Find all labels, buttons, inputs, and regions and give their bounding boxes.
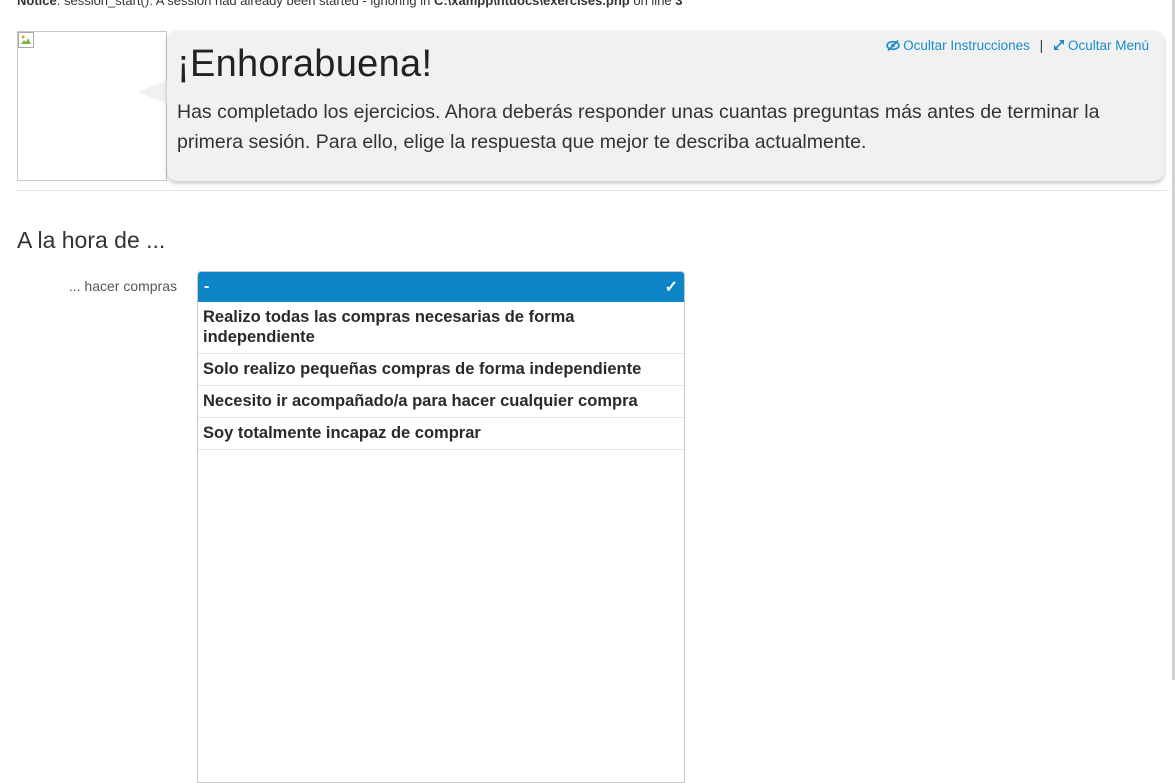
answer-select[interactable]: - ✓ Realizo todas las compras necesarias… xyxy=(197,271,685,783)
expand-icon xyxy=(1053,39,1065,51)
option-item[interactable]: Realizo todas las compras necesarias de … xyxy=(198,302,684,354)
instructions-text: Has completado los ejercicios. Ahora deb… xyxy=(177,101,1100,153)
notice-path: C:\xampp\htdocs\exercises.php xyxy=(433,0,630,8)
divider xyxy=(17,190,1169,191)
notice-suffix: on line xyxy=(629,0,676,8)
speech-bubble-tail xyxy=(138,80,168,104)
hide-instructions-link[interactable]: Ocultar Instrucciones xyxy=(886,38,1034,53)
top-links: Ocultar Instrucciones | Ocultar Menú xyxy=(886,38,1149,53)
avatar xyxy=(17,31,167,181)
hide-instructions-label: Ocultar Instrucciones xyxy=(903,38,1030,53)
selected-option-label: - xyxy=(204,278,210,295)
hide-menu-link[interactable]: Ocultar Menú xyxy=(1049,38,1149,53)
eye-slash-icon xyxy=(886,39,900,52)
notice-label: Notice xyxy=(17,0,57,8)
notice-line: 3 xyxy=(675,0,683,8)
page-title: ¡Enhorabuena! xyxy=(177,43,433,85)
notice-message: : session_start(): A session had already… xyxy=(56,0,434,8)
question-label: ... hacer compras xyxy=(68,278,177,294)
hide-menu-label: Ocultar Menú xyxy=(1067,38,1149,53)
selected-option[interactable]: - ✓ xyxy=(198,272,684,302)
checkmark-icon: ✓ xyxy=(664,279,678,296)
php-notice: Notice: session_start(): A session had a… xyxy=(17,0,683,8)
broken-image-icon xyxy=(18,32,34,48)
option-item[interactable]: Solo realizo pequeñas compras de forma i… xyxy=(198,354,684,386)
section-title: A la hora de ... xyxy=(17,227,166,253)
option-item[interactable]: Soy totalmente incapaz de comprar xyxy=(198,418,684,450)
instructions-bubble: ¡Enhorabuena! Has completado los ejercic… xyxy=(167,31,1164,181)
link-separator: | xyxy=(1039,38,1044,53)
option-item[interactable]: Necesito ir acompañado/a para hacer cual… xyxy=(198,386,684,418)
